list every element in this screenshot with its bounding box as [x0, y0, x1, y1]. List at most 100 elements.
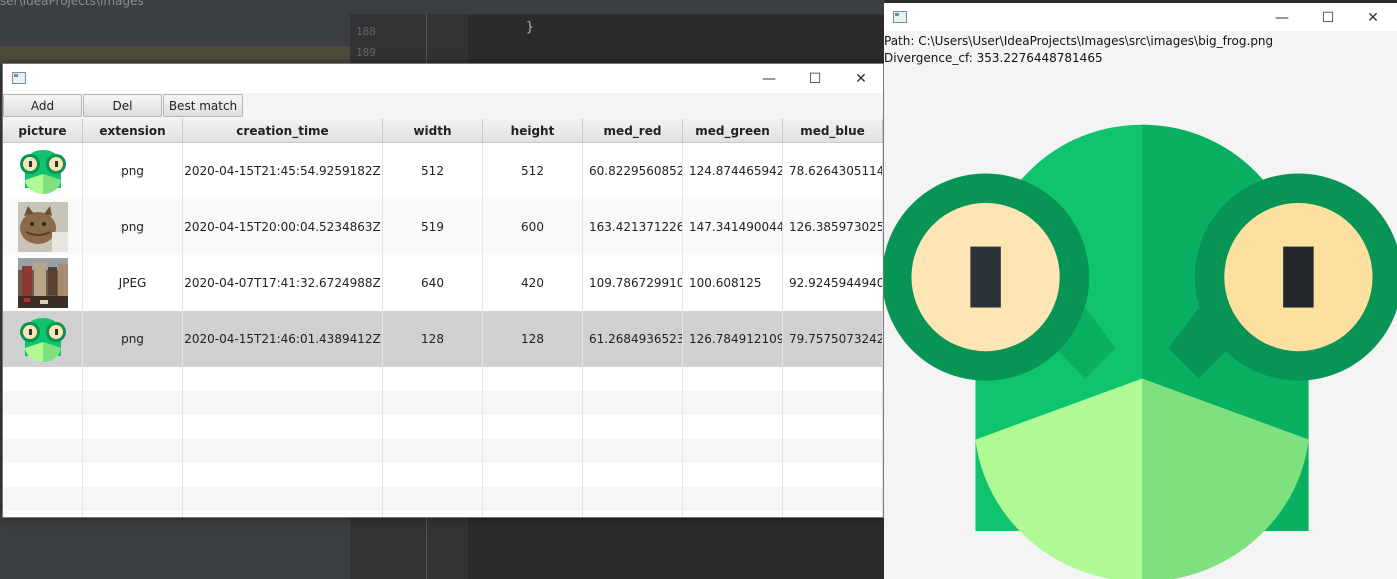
- cell-med-red: 61.2684936523...: [583, 311, 683, 367]
- empty-table-row: [3, 415, 883, 439]
- viewer-maximize-button[interactable]: ☐: [1305, 3, 1351, 32]
- images-table[interactable]: picture extension creation_time width he…: [3, 119, 883, 517]
- empty-table-row: [3, 511, 883, 517]
- cell-med-red: 163.421371226...: [583, 199, 683, 255]
- cell-creation-time: 2020-04-15T20:00:04.5234863Z: [183, 199, 383, 255]
- ide-search-bar[interactable]: [350, 0, 885, 15]
- frog-thumbnail-icon: [19, 318, 66, 362]
- divergence-label: Divergence_cf: 353.2276448781465: [884, 51, 1103, 65]
- column-header-width[interactable]: width: [383, 119, 483, 142]
- table-row[interactable]: png 2020-04-15T21:46:01.4389412Z 128 128 61.…: [3, 311, 883, 368]
- table-row[interactable]: JPEG 2020-04-07T17:41:32.6724988Z 640 420 10…: [3, 255, 883, 312]
- cell-height: 600: [483, 199, 583, 255]
- table-row[interactable]: png 2020-04-15T21:45:54.9259182Z 512 512 60.…: [3, 143, 883, 200]
- empty-cell: [3, 439, 83, 463]
- empty-table-row: [3, 487, 883, 511]
- image-path-label: Path: C:\Users\User\IdeaProjects\Images\…: [884, 34, 1274, 48]
- empty-cell: [83, 439, 183, 463]
- column-header-height[interactable]: height: [483, 119, 583, 142]
- empty-cell: [83, 511, 183, 517]
- frog-thumbnail-icon: [19, 150, 66, 194]
- cell-creation-time: 2020-04-15T21:45:54.9259182Z: [183, 143, 383, 199]
- empty-cell: [3, 487, 83, 511]
- empty-cell: [783, 415, 883, 439]
- empty-cell: [683, 511, 783, 517]
- empty-cell: [783, 511, 883, 517]
- close-button[interactable]: ✕: [838, 64, 883, 93]
- viewer-close-button[interactable]: ✕: [1350, 3, 1396, 32]
- empty-cell: [483, 487, 583, 511]
- cell-med-blue: 79.7575073242...: [783, 311, 883, 367]
- cat-thumbnail-icon: [17, 202, 68, 252]
- cell-creation-time: 2020-04-15T21:46:01.4389412Z: [183, 311, 383, 367]
- empty-cell: [583, 511, 683, 517]
- empty-table-row: [3, 439, 883, 463]
- cell-med-blue: 92.9245944940...: [783, 255, 883, 311]
- cell-creation-time: 2020-04-07T17:41:32.6724988Z: [183, 255, 383, 311]
- empty-cell: [583, 487, 683, 511]
- maximize-button[interactable]: ☐: [792, 64, 838, 93]
- cell-med-green: 124.874465942...: [683, 143, 783, 199]
- empty-cell: [483, 511, 583, 517]
- empty-cell: [3, 367, 83, 391]
- viewer-content: Path: C:\Users\User\IdeaProjects\Images\…: [884, 31, 1397, 579]
- line-number: 189: [356, 46, 376, 59]
- cell-height: 420: [483, 255, 583, 311]
- empty-cell: [483, 391, 583, 415]
- empty-table-row: [3, 463, 883, 487]
- empty-cell: [683, 391, 783, 415]
- empty-cell: [83, 415, 183, 439]
- del-button[interactable]: Del: [83, 94, 162, 117]
- cell-picture: [3, 143, 83, 199]
- cell-extension: JPEG: [83, 255, 183, 311]
- empty-cell: [583, 463, 683, 487]
- empty-cell: [383, 439, 483, 463]
- cell-picture: [3, 199, 83, 255]
- empty-cell: [3, 463, 83, 487]
- empty-cell: [683, 487, 783, 511]
- empty-cell: [483, 415, 583, 439]
- empty-cell: [83, 487, 183, 511]
- cell-med-blue: 78.6264305114...: [783, 143, 883, 199]
- table-header: picture extension creation_time width he…: [3, 119, 883, 143]
- cell-width: 519: [383, 199, 483, 255]
- column-header-med-green[interactable]: med_green: [683, 119, 783, 142]
- cell-med-green: 126.784912109...: [683, 311, 783, 367]
- add-button[interactable]: Add: [3, 94, 82, 117]
- viewer-title-bar: — ☐ ✕: [884, 3, 1397, 31]
- column-header-picture[interactable]: picture: [3, 119, 83, 142]
- cell-med-red: 109.786729910...: [583, 255, 683, 311]
- cell-extension: png: [83, 199, 183, 255]
- line-number: 188: [356, 25, 376, 38]
- app-icon: [12, 72, 26, 84]
- viewer-minimize-button[interactable]: —: [1259, 3, 1305, 32]
- ide-highlight-strip: [0, 46, 350, 64]
- window-content: Add Del Best match picture extension cre…: [3, 93, 883, 517]
- empty-cell: [483, 367, 583, 391]
- empty-cell: [683, 367, 783, 391]
- cell-width: 128: [383, 311, 483, 367]
- best-match-button[interactable]: Best match: [163, 94, 243, 117]
- minimize-button[interactable]: —: [746, 64, 792, 93]
- empty-cell: [583, 415, 683, 439]
- empty-cell: [683, 439, 783, 463]
- column-header-creation-time[interactable]: creation_time: [183, 119, 383, 142]
- empty-cell: [583, 367, 683, 391]
- column-header-med-red[interactable]: med_red: [583, 119, 683, 142]
- column-header-med-blue[interactable]: med_blue: [783, 119, 883, 142]
- viewer-app-icon: [893, 11, 907, 23]
- empty-cell: [3, 391, 83, 415]
- column-header-extension[interactable]: extension: [83, 119, 183, 142]
- empty-cell: [383, 487, 483, 511]
- empty-cell: [83, 463, 183, 487]
- table-row[interactable]: png 2020-04-15T20:00:04.5234863Z 519 600 163…: [3, 199, 883, 256]
- empty-cell: [383, 415, 483, 439]
- ide-project-path: ser\IdeaProjects\Images: [0, 0, 144, 8]
- code-line: }: [526, 20, 534, 35]
- empty-cell: [783, 487, 883, 511]
- cell-med-blue: 126.385973025...: [783, 199, 883, 255]
- empty-cell: [183, 487, 383, 511]
- empty-cell: [383, 463, 483, 487]
- cell-height: 128: [483, 311, 583, 367]
- empty-cell: [383, 511, 483, 517]
